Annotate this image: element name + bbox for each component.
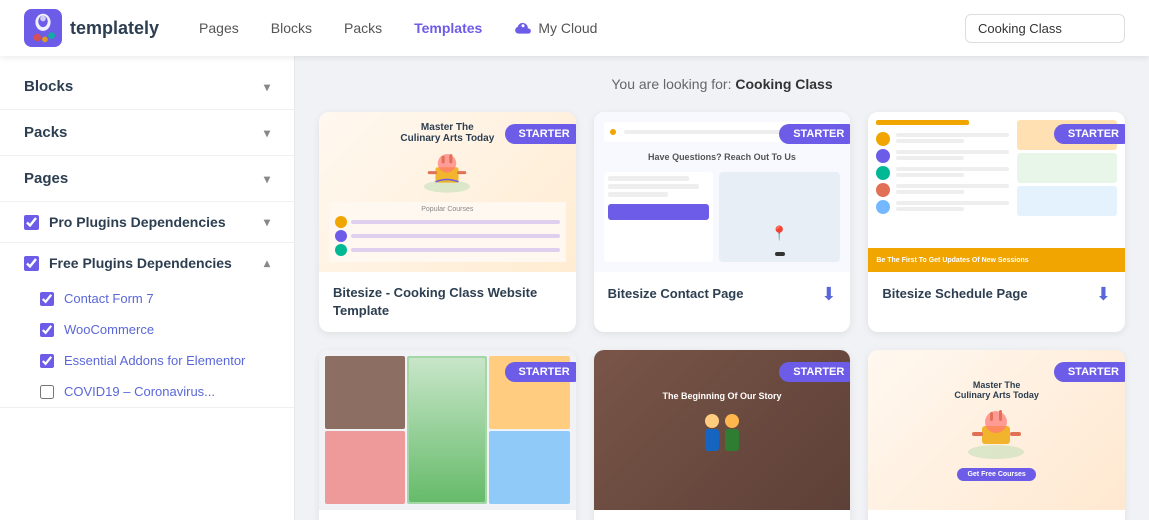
cooking-illustration (412, 148, 482, 198)
pro-plugins-row[interactable]: Pro Plugins Dependencies ▾ (0, 202, 294, 242)
sidebar-section-pages: Pages ▾ (0, 156, 294, 202)
sidebar-item-covid19[interactable]: COVID19 – Coronavirus... (8, 376, 294, 407)
cloud-icon (514, 20, 532, 36)
pro-plugins-checkbox[interactable] (24, 215, 39, 230)
card-footer-4: The Beginning Of Our Story (319, 510, 576, 520)
card-footer-1: Bitesize - Cooking Class Website Templat… (319, 272, 576, 332)
contact-form-7-checkbox[interactable] (40, 292, 54, 306)
starter-badge: STARTER (505, 362, 576, 382)
card-footer-6: Bitesize - Cooking Class Website Templat… (868, 510, 1125, 520)
sidebar-item-contact-form-7[interactable]: Contact Form 7 (8, 283, 294, 314)
template-card-2[interactable]: STARTER Have Questions? Reach Out To Us (594, 112, 851, 332)
chevron-down-icon: ▾ (264, 126, 270, 140)
sidebar-blocks-header[interactable]: Blocks ▾ (0, 64, 294, 109)
free-plugins-items: Contact Form 7 WooCommerce Essential Add… (0, 283, 294, 407)
starter-badge: STARTER (505, 124, 576, 144)
card-title-1: Bitesize - Cooking Class Website Templat… (333, 284, 562, 320)
sidebar-section-blocks: Blocks ▾ (0, 64, 294, 110)
card-title-2: Bitesize Contact Page (608, 285, 744, 303)
sidebar-section-free-plugins: Free Plugins Dependencies ▴ Contact Form… (0, 243, 294, 408)
sidebar-packs-header[interactable]: Packs ▾ (0, 110, 294, 155)
download-icon[interactable]: ⬇ (821, 284, 836, 305)
template-card-1[interactable]: STARTER Master TheCulinary Arts Today (319, 112, 576, 332)
essential-addons-checkbox[interactable] (40, 354, 54, 368)
search-input[interactable] (965, 14, 1125, 43)
template-card-6[interactable]: STARTER Master TheCulinary Arts Today (868, 350, 1125, 520)
search-result-label: You are looking for: Cooking Class (319, 76, 1125, 92)
card-footer-3: Bitesize Schedule Page ⬇ (868, 272, 1125, 317)
free-plugins-checkbox[interactable] (24, 256, 39, 271)
chevron-down-icon: ▾ (264, 172, 270, 186)
download-icon[interactable]: ⬇ (1096, 284, 1111, 305)
starter-badge: STARTER (779, 124, 850, 144)
sidebar-item-essential-addons[interactable]: Essential Addons for Elementor (8, 345, 294, 376)
logo-area: templately (24, 9, 159, 47)
card-preview-2: STARTER Have Questions? Reach Out To Us (594, 112, 851, 272)
template-card-5[interactable]: STARTER The Beginning Of Our Story (594, 350, 851, 520)
chevron-up-icon: ▴ (264, 256, 270, 270)
card-preview-5: STARTER The Beginning Of Our Story (594, 350, 851, 510)
nav-blocks[interactable]: Blocks (271, 20, 312, 36)
covid19-checkbox[interactable] (40, 385, 54, 399)
nav-pages[interactable]: Pages (199, 20, 239, 36)
search-term: Cooking Class (735, 76, 832, 92)
sidebar-section-packs: Packs ▾ (0, 110, 294, 156)
sidebar-section-pro-plugins: Pro Plugins Dependencies ▾ (0, 202, 294, 243)
nav-templates[interactable]: Templates (414, 20, 482, 36)
cards-grid: STARTER Master TheCulinary Arts Today (319, 112, 1125, 520)
starter-badge: STARTER (1054, 124, 1125, 144)
nav-packs[interactable]: Packs (344, 20, 382, 36)
logo-text: templately (70, 18, 159, 39)
starter-badge: STARTER (779, 362, 850, 382)
sidebar-pages-header[interactable]: Pages ▾ (0, 156, 294, 201)
header: templately Pages Blocks Packs Templates … (0, 0, 1149, 56)
content-area: You are looking for: Cooking Class START… (295, 56, 1149, 520)
card-preview-1: STARTER Master TheCulinary Arts Today (319, 112, 576, 272)
template-card-4[interactable]: STARTER The Beginning Of Our Story (319, 350, 576, 520)
card-footer-5: Bitesize - Cooking Class Website (594, 510, 851, 520)
main-layout: Blocks ▾ Packs ▾ Pages ▾ Pro Plugins Dep… (0, 56, 1149, 520)
card-footer-2: Bitesize Contact Page ⬇ (594, 272, 851, 317)
card-preview-6: STARTER Master TheCulinary Arts Today (868, 350, 1125, 510)
sidebar: Blocks ▾ Packs ▾ Pages ▾ Pro Plugins Dep… (0, 56, 295, 520)
starter-badge: STARTER (1054, 362, 1125, 382)
free-plugins-row[interactable]: Free Plugins Dependencies ▴ (0, 243, 294, 283)
woocommerce-checkbox[interactable] (40, 323, 54, 337)
chevron-down-icon: ▾ (264, 80, 270, 94)
nav-my-cloud[interactable]: My Cloud (514, 20, 597, 36)
logo-icon (24, 9, 62, 47)
card-title-3: Bitesize Schedule Page (882, 285, 1027, 303)
sidebar-item-woocommerce[interactable]: WooCommerce (8, 314, 294, 345)
chevron-down-icon: ▾ (264, 215, 270, 229)
card-preview-4: STARTER (319, 350, 576, 510)
card-preview-3: STARTER (868, 112, 1125, 272)
main-nav: Pages Blocks Packs Templates My Cloud (199, 20, 965, 36)
template-card-3[interactable]: STARTER (868, 112, 1125, 332)
